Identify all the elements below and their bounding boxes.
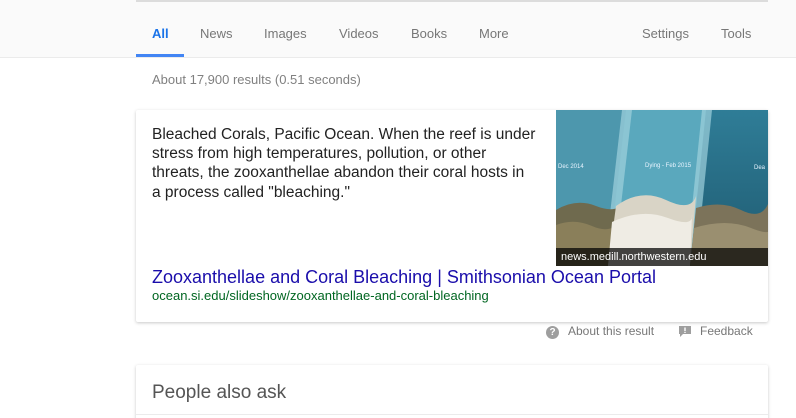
result-stats: About 17,900 results (0.51 seconds) [152, 72, 361, 87]
snippet-image[interactable]: Dec 2014 Dying - Feb 2015 Dea news.medil… [556, 110, 768, 266]
settings-link[interactable]: Settings [642, 26, 689, 41]
about-this-result-link[interactable]: About this result [568, 324, 654, 338]
tab-videos[interactable]: Videos [339, 26, 379, 41]
tools-link[interactable]: Tools [721, 26, 751, 41]
tab-images[interactable]: Images [264, 26, 307, 41]
tab-more[interactable]: More [479, 26, 509, 41]
help-circle-icon: ? [546, 326, 559, 339]
featured-snippet-card: Bleached Corals, Pacific Ocean. When the… [136, 110, 768, 322]
tab-all[interactable]: All [152, 26, 169, 41]
feedback-flag-icon [679, 326, 691, 337]
tab-books[interactable]: Books [411, 26, 447, 41]
coral-reef-photo [556, 110, 768, 266]
result-url: ocean.si.edu/slideshow/zooxanthellae-and… [152, 288, 489, 303]
tab-news[interactable]: News [200, 26, 233, 41]
result-title-link[interactable]: Zooxanthellae and Coral Bleaching | Smit… [152, 267, 656, 288]
image-label-dead: Dea [754, 165, 766, 171]
people-also-ask-card: People also ask [136, 365, 768, 418]
active-tab-indicator [136, 54, 184, 57]
people-also-ask-divider [136, 414, 768, 415]
snippet-text: Bleached Corals, Pacific Ocean. When the… [152, 126, 536, 201]
search-box-bottom-edge [136, 0, 768, 2]
image-source: news.medill.northwestern.edu [556, 248, 768, 266]
people-also-ask-title: People also ask [152, 382, 287, 403]
image-label-dying-feb-2015: Dying - Feb 2015 [645, 163, 692, 169]
image-label-dec-2014: Dec 2014 [558, 164, 584, 170]
feedback-link[interactable]: Feedback [700, 324, 753, 338]
